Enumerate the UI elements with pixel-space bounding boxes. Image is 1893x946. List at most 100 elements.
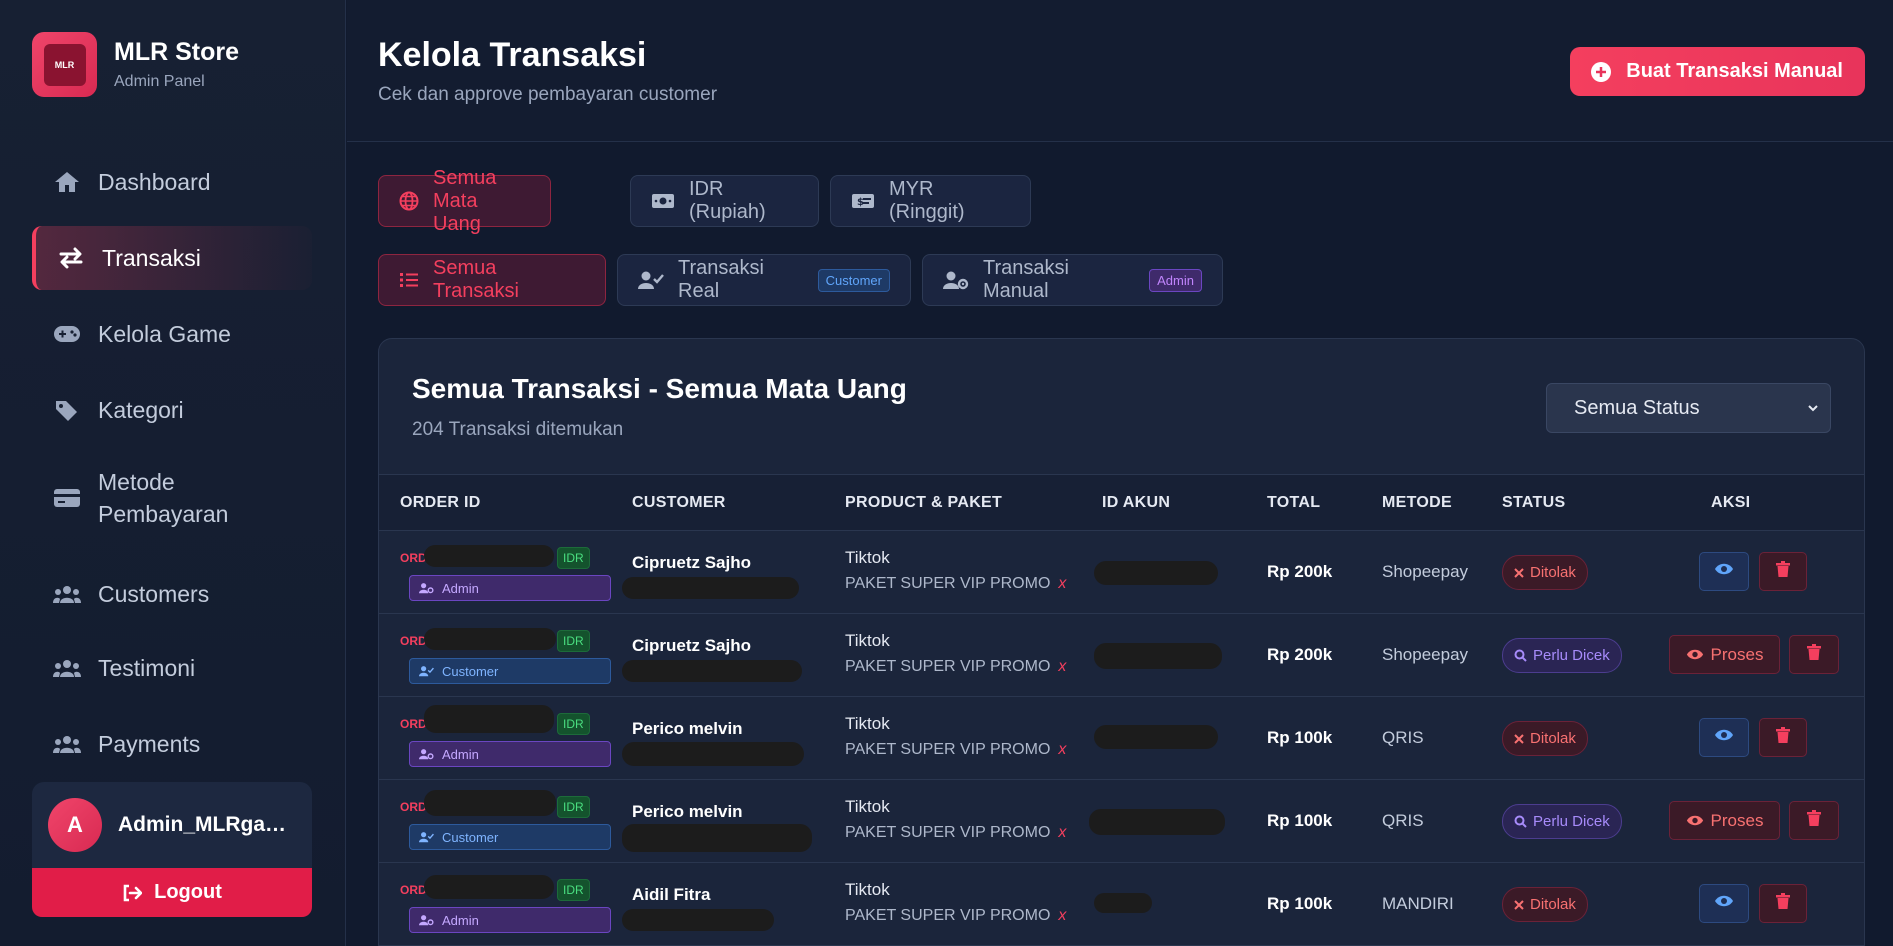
search-icon [1514,649,1527,662]
view-button[interactable] [1699,884,1749,923]
avatar: A [48,798,102,852]
trash-icon [1776,893,1790,914]
process-button[interactable]: Proses [1669,635,1780,674]
payment-method: QRIS [1382,811,1424,830]
column-header: ID AKUN [1102,494,1171,511]
column-header: TOTAL [1267,494,1321,511]
product-name: Tiktok [845,548,890,567]
tab-label: Transaksi Manual [983,257,1069,302]
sidebar-item-metode-pembayaran[interactable]: Metode Pembayaran [32,462,312,534]
total-amount: Rp 100k [1267,811,1333,830]
package-name: PAKET SUPER VIP PROMO x [845,658,1067,675]
package-name: PAKET SUPER VIP PROMO x [845,824,1067,841]
delete-button[interactable] [1789,801,1839,840]
tab-label: IDR (Rupiah) [689,178,766,223]
view-button[interactable] [1699,718,1749,757]
column-header: STATUS [1502,494,1566,511]
tab-semua-mata-uang[interactable]: Semua Mata Uang [378,167,551,235]
customer-name: Perico melvin [632,719,743,738]
table-row: ORD- IDR Customer Perico melvin Tiktok P… [379,780,1864,863]
tab-transaksi-manual[interactable]: Transaksi Manual Admin [922,254,1223,306]
redacted-customer-info [622,909,774,931]
money-bill-icon: $ [851,192,875,210]
redacted-customer-info [622,577,799,599]
table-row: ORD IDR Customer Cipruetz Sajho Tiktok P… [379,614,1864,697]
transaction-type-badge: Customer [409,824,611,850]
transaction-type-label: Customer [442,663,499,679]
money-icon [651,192,675,210]
sidebar-item-kelola-game[interactable]: Kelola Game [32,302,312,366]
product-name: Tiktok [845,631,890,650]
redacted-order-id [424,875,554,899]
column-header: AKSI [1711,494,1751,511]
brand[interactable]: MLR MLR Store Admin Panel [32,32,239,97]
product-name: Tiktok [845,880,890,899]
card-icon [52,487,82,509]
user-check-icon [638,270,664,290]
status-badge: Perlu Dicek [1502,804,1622,839]
package-name: PAKET SUPER VIP PROMO x [845,741,1067,758]
customer-name: Perico melvin [632,802,743,821]
trash-icon [1776,561,1790,582]
delete-button[interactable] [1759,718,1807,757]
column-header: ORDER ID [400,494,481,511]
sidebar: MLR MLR Store Admin Panel Dashboard Tran… [0,0,346,946]
user-gear-icon [419,748,434,760]
trash-icon [1807,810,1821,831]
transaction-count: 204 Transaksi ditemukan [412,419,624,440]
redacted-order-id [424,705,554,733]
eye-icon [1714,728,1734,747]
list-icon [399,271,419,289]
transaction-type-badge: Admin [409,575,611,601]
transaction-type-label: Admin [442,912,479,928]
transaction-type-label: Admin [442,746,479,762]
process-button[interactable]: Proses [1669,801,1780,840]
tab-myr[interactable]: $ MYR (Ringgit) [830,175,1031,227]
eye-icon [1686,814,1704,827]
sidebar-item-customers[interactable]: Customers [32,562,312,626]
svg-text:$: $ [857,197,864,208]
tab-idr[interactable]: IDR (Rupiah) [630,175,819,227]
user-check-icon [419,665,434,677]
sidebar-item-label: Kategori [98,396,184,423]
create-manual-transaction-button[interactable]: Buat Transaksi Manual [1570,47,1865,96]
page-header: Kelola Transaksi Cek dan approve pembaya… [347,0,1893,142]
user-gear-icon [419,914,434,926]
sidebar-item-testimoni[interactable]: Testimoni [32,636,312,700]
sidebar-item-label-2: Pembayaran [98,501,229,527]
logout-button[interactable]: Logout [32,868,312,917]
redacted-customer-info [622,660,802,682]
delete-button[interactable] [1759,884,1807,923]
currency-badge: IDR [557,547,590,569]
transaction-type-badge: Admin [409,907,611,933]
page-title: Kelola Transaksi [378,36,647,74]
status-filter-select[interactable]: Semua Status [1546,383,1831,433]
user-card[interactable]: A Admin_MLRgame... [32,782,312,868]
view-button[interactable] [1699,552,1749,591]
order-id: ORD [400,634,427,648]
tab-transaksi-real[interactable]: Transaksi Real Customer [617,254,911,306]
delete-button[interactable] [1789,635,1839,674]
redacted-order-id [424,545,554,567]
users-icon [52,734,82,754]
users-icon [52,584,82,604]
tab-label: Semua Mata Uang [433,166,497,235]
sidebar-item-dashboard[interactable]: Dashboard [32,150,312,214]
total-amount: Rp 100k [1267,894,1333,913]
admin-chip: Admin [1149,268,1202,292]
status-filter-value: Semua Status [1574,396,1700,419]
sidebar-item-label: Kelola Game [98,320,231,347]
sidebar-item-transaksi[interactable]: Transaksi [32,226,312,290]
order-id: ORD [400,551,427,565]
create-manual-transaction-label: Buat Transaksi Manual [1626,60,1843,82]
delete-button[interactable] [1759,552,1807,591]
transaction-type-badge: Admin [409,741,611,767]
sidebar-item-label: Transaksi [102,244,201,271]
status-badge: Ditolak [1502,721,1588,756]
transaction-type-label: Customer [442,829,499,845]
tab-semua-transaksi[interactable]: Semua Transaksi [378,254,606,306]
brand-logo: MLR [32,32,97,97]
sidebar-item-kategori[interactable]: Kategori [32,378,312,442]
transactions-card: Semua Transaksi - Semua Mata Uang 204 Tr… [378,338,1865,946]
sidebar-item-payments[interactable]: Payments [32,712,312,776]
